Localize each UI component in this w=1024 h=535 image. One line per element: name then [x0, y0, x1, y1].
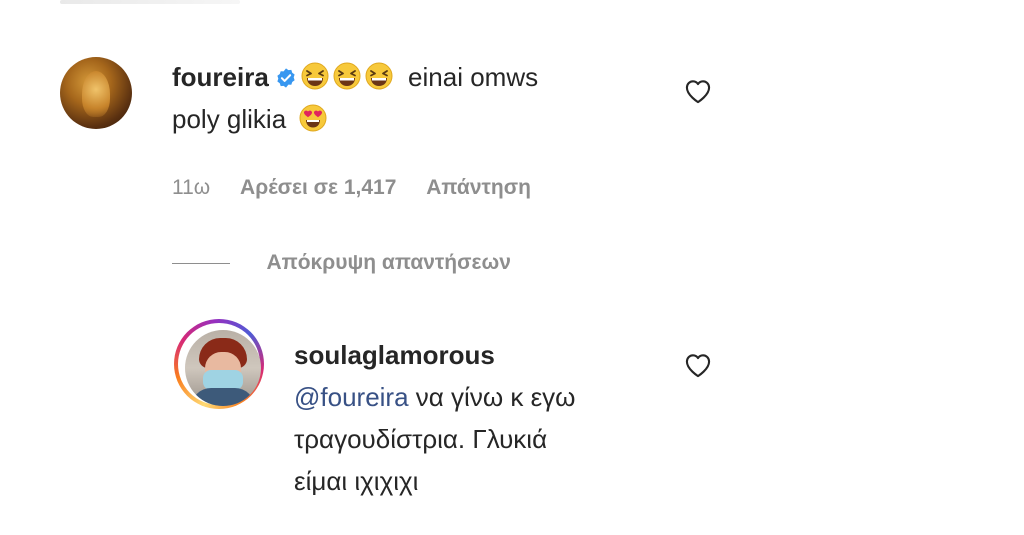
like-heart-outline-icon[interactable] [684, 352, 712, 378]
likes-count-link[interactable]: Αρέσει σε 1,417 [240, 176, 396, 199]
comment-line-2: poly glikia [172, 102, 327, 136]
grinning-squinting-face-icon [365, 62, 393, 90]
story-ring-gap [178, 323, 261, 406]
comment-meta: 11ω Αρέσει σε 1,417 Απάντηση [172, 174, 555, 202]
comment-line-1: foureira einai omws [172, 60, 538, 94]
story-ring[interactable] [174, 319, 264, 409]
reply-text: να γίνω κ εγω [415, 382, 576, 412]
like-heart-outline-icon[interactable] [684, 78, 712, 104]
avatar-photo [82, 71, 110, 117]
avatar-mask [203, 370, 243, 390]
mention-link[interactable]: @foureira [294, 382, 409, 412]
comment-text-continued: poly glikia [172, 104, 287, 134]
username-link[interactable]: soulaglamorous [294, 340, 495, 370]
reply-text-continued: τραγουδίστρια. Γλυκιά [294, 424, 548, 454]
reply-button[interactable]: Απάντηση [426, 176, 531, 199]
avatar-shirt [191, 388, 255, 406]
grinning-squinting-face-icon [301, 62, 329, 90]
hide-replies-row[interactable]: Απόκρυψη απαντήσεων [172, 251, 511, 279]
username-link[interactable]: foureira [172, 62, 269, 92]
comment-age[interactable]: 11ω [172, 176, 210, 199]
divider-line [172, 262, 230, 264]
reply-line-username: soulaglamorous [294, 338, 495, 372]
verified-badge-icon [277, 68, 295, 88]
avatar[interactable] [60, 57, 132, 129]
heart-eyes-face-icon [299, 104, 327, 132]
previous-content-edge [60, 0, 240, 4]
comment-text: einai omws [408, 62, 539, 92]
reply-text-continued: είμαι ιχιχιχι [294, 466, 419, 496]
reply-line-3: είμαι ιχιχιχι [294, 464, 418, 498]
hide-replies-button[interactable]: Απόκρυψη απαντήσεων [266, 251, 510, 274]
grinning-squinting-face-icon [333, 62, 361, 90]
reply-line-1: @foureira να γίνω κ εγω [294, 380, 575, 414]
avatar [185, 330, 261, 406]
reply-line-2: τραγουδίστρια. Γλυκιά [294, 422, 547, 456]
